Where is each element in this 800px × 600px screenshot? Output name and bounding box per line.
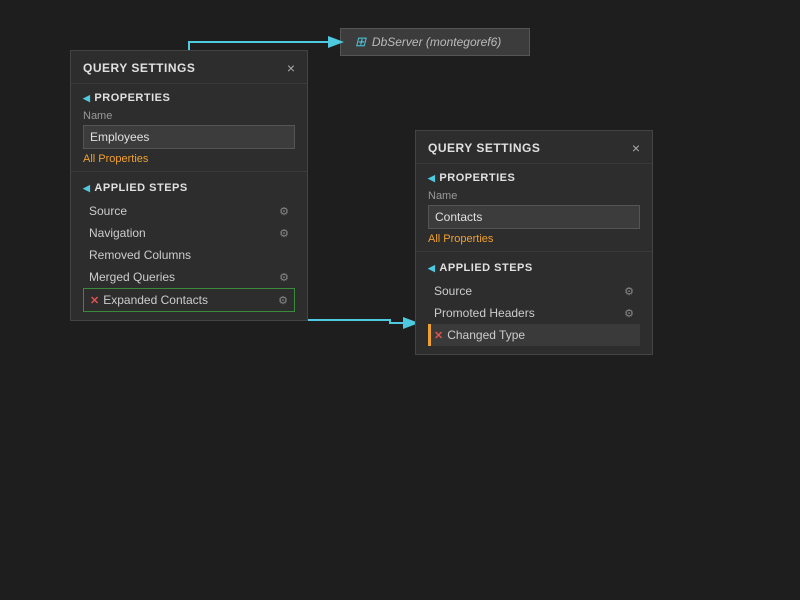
triangle-icon-steps-left: ◀ xyxy=(83,183,90,194)
step-expanded-gear[interactable]: ⚙ xyxy=(278,294,288,307)
properties-label-left: PROPERTIES xyxy=(94,92,170,104)
step-navigation-left[interactable]: Navigation ⚙ xyxy=(83,222,295,244)
all-properties-link-left[interactable]: All Properties xyxy=(83,153,148,165)
name-label-right: Name xyxy=(428,190,640,202)
arrow-to-contacts xyxy=(308,320,415,323)
triangle-icon-right: ◀ xyxy=(428,173,435,184)
step-source-left-label-group: Source xyxy=(89,204,127,218)
step-source-left[interactable]: Source ⚙ xyxy=(83,200,295,222)
step-expanded-error-icon: ✕ xyxy=(90,294,99,307)
step-source-right-label: Source xyxy=(434,284,472,298)
properties-section-header-left: ◀ PROPERTIES xyxy=(83,92,295,104)
name-input-left[interactable] xyxy=(83,125,295,149)
step-promoted-label-group: Promoted Headers xyxy=(434,306,535,320)
step-removed-columns-left[interactable]: Removed Columns xyxy=(83,244,295,266)
step-merged-gear[interactable]: ⚙ xyxy=(279,271,289,284)
applied-steps-left: ◀ APPLIED STEPS Source ⚙ Navigation ⚙ Re… xyxy=(71,176,307,320)
step-source-right-label-group: Source xyxy=(434,284,472,298)
properties-section-header-right: ◀ PROPERTIES xyxy=(428,172,640,184)
applied-steps-right: ◀ APPLIED STEPS Source ⚙ Promoted Header… xyxy=(416,256,652,354)
step-merged-queries-label: Merged Queries xyxy=(89,270,175,284)
step-source-left-label: Source xyxy=(89,204,127,218)
applied-steps-header-left: ◀ APPLIED STEPS xyxy=(83,182,295,194)
query-panel-right: QUERY SETTINGS × ◀ PROPERTIES Name All P… xyxy=(415,130,653,355)
step-changed-type-right[interactable]: ✕ Changed Type xyxy=(428,324,640,346)
triangle-icon-left: ◀ xyxy=(83,93,90,104)
panel-left-properties: ◀ PROPERTIES Name All Properties xyxy=(71,84,307,171)
panel-right-close[interactable]: × xyxy=(632,141,640,155)
divider-left xyxy=(71,171,307,172)
panel-left-header: QUERY SETTINGS × xyxy=(71,51,307,84)
step-expanded-label-group: ✕ Expanded Contacts xyxy=(90,293,208,307)
step-promoted-headers-label: Promoted Headers xyxy=(434,306,535,320)
properties-label-right: PROPERTIES xyxy=(439,172,515,184)
step-expanded-contacts-label: Expanded Contacts xyxy=(103,293,208,307)
step-source-right[interactable]: Source ⚙ xyxy=(428,280,640,302)
step-expanded-contacts-left[interactable]: ✕ Expanded Contacts ⚙ xyxy=(83,288,295,312)
step-merged-queries-left[interactable]: Merged Queries ⚙ xyxy=(83,266,295,288)
steps-list-right: Source ⚙ Promoted Headers ⚙ ✕ Changed Ty… xyxy=(428,280,640,346)
all-properties-link-right[interactable]: All Properties xyxy=(428,233,493,245)
steps-list-left: Source ⚙ Navigation ⚙ Removed Columns Me… xyxy=(83,200,295,312)
panel-left-close[interactable]: × xyxy=(287,61,295,75)
step-source-left-gear[interactable]: ⚙ xyxy=(279,205,289,218)
step-changed-type-label: Changed Type xyxy=(447,328,525,342)
panel-right-title: QUERY SETTINGS xyxy=(428,141,540,155)
triangle-icon-steps-right: ◀ xyxy=(428,263,435,274)
step-merged-label-group: Merged Queries xyxy=(89,270,175,284)
step-changed-error-icon: ✕ xyxy=(434,329,443,342)
step-removed-columns-label: Removed Columns xyxy=(89,248,191,262)
step-source-right-gear[interactable]: ⚙ xyxy=(624,285,634,298)
step-promoted-gear[interactable]: ⚙ xyxy=(624,307,634,320)
step-removed-label-group: Removed Columns xyxy=(89,248,191,262)
db-server-banner: ⊞ DbServer (montegoref6) xyxy=(340,28,530,56)
applied-steps-label-right: APPLIED STEPS xyxy=(439,262,532,274)
database-icon: ⊞ xyxy=(355,34,366,50)
query-panel-left: QUERY SETTINGS × ◀ PROPERTIES Name All P… xyxy=(70,50,308,321)
divider-right xyxy=(416,251,652,252)
applied-steps-header-right: ◀ APPLIED STEPS xyxy=(428,262,640,274)
step-navigation-gear[interactable]: ⚙ xyxy=(279,227,289,240)
step-nav-label-group: Navigation xyxy=(89,226,146,240)
name-label-left: Name xyxy=(83,110,295,122)
step-promoted-headers-right[interactable]: Promoted Headers ⚙ xyxy=(428,302,640,324)
applied-steps-label-left: APPLIED STEPS xyxy=(94,182,187,194)
db-server-label: DbServer (montegoref6) xyxy=(372,35,501,49)
step-changed-label-group: ✕ Changed Type xyxy=(434,328,525,342)
name-input-right[interactable] xyxy=(428,205,640,229)
step-navigation-label: Navigation xyxy=(89,226,146,240)
panel-right-properties: ◀ PROPERTIES Name All Properties xyxy=(416,164,652,251)
panel-left-title: QUERY SETTINGS xyxy=(83,61,195,75)
panel-right-header: QUERY SETTINGS × xyxy=(416,131,652,164)
